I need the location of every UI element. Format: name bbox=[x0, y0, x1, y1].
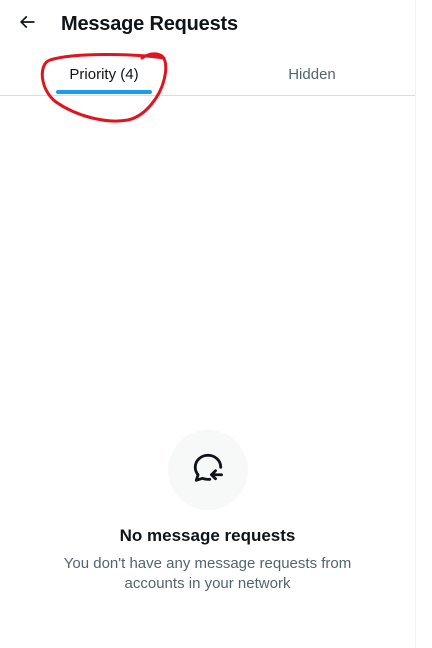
empty-state-title: No message requests bbox=[119, 526, 296, 545]
header: Message Requests bbox=[0, 0, 415, 50]
arrow-left-icon bbox=[17, 12, 37, 37]
back-button[interactable] bbox=[11, 8, 43, 40]
column-divider bbox=[415, 0, 416, 648]
empty-state-icon-container bbox=[168, 430, 248, 510]
tab-hidden-label: Hidden bbox=[288, 65, 336, 83]
active-tab-indicator bbox=[56, 90, 152, 94]
message-requests-page: Message Requests Priority (4) Hidden No … bbox=[0, 0, 432, 648]
empty-state-description: You don't have any message requests from… bbox=[63, 555, 352, 592]
message-request-icon bbox=[190, 450, 226, 491]
tab-hidden[interactable]: Hidden bbox=[208, 52, 416, 96]
page-title: Message Requests bbox=[61, 13, 238, 35]
tab-bar: Priority (4) Hidden bbox=[0, 52, 415, 96]
tab-priority-label: Priority (4) bbox=[69, 65, 139, 83]
